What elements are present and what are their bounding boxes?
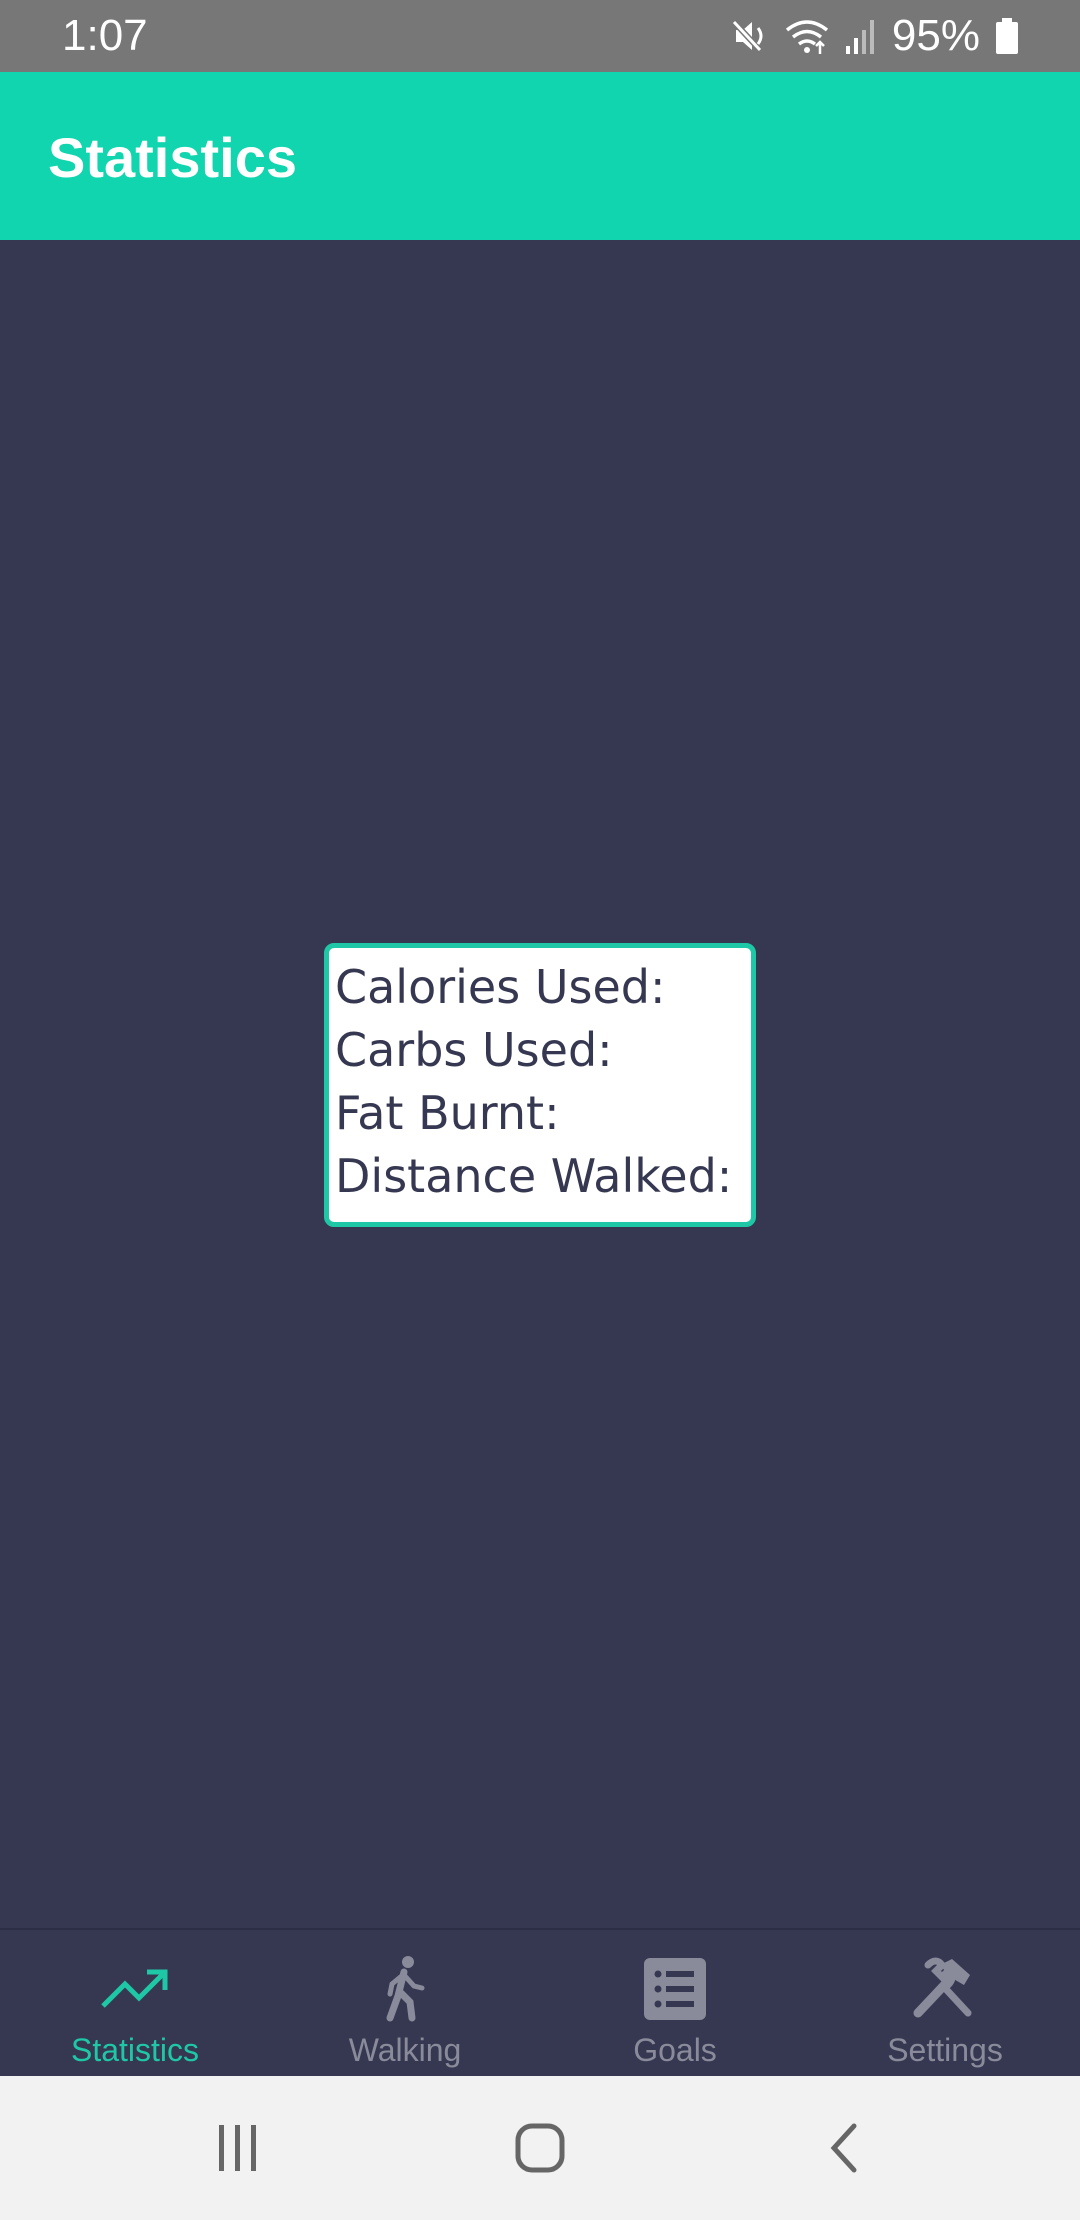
nav-label-settings: Settings (887, 2032, 1003, 2068)
nav-item-goals[interactable]: Goals (540, 1930, 810, 2078)
tools-icon (910, 1950, 980, 2028)
recents-icon[interactable] (188, 2116, 288, 2180)
wifi-icon (784, 16, 830, 56)
nav-label-statistics: Statistics (70, 2032, 200, 2068)
status-icons: 95% (730, 10, 1020, 62)
bottom-nav: Statistics Walking Goals Settings (0, 1928, 1080, 2076)
battery-icon (994, 16, 1020, 56)
nav-label-walking: Walking (348, 2032, 462, 2068)
signal-icon (844, 16, 878, 56)
nav-item-settings[interactable]: Settings (810, 1930, 1080, 2078)
page-title: Statistics (48, 126, 297, 189)
trending-up-icon (99, 1950, 171, 2028)
walking-icon (380, 1950, 430, 2028)
battery-percent: 95% (891, 11, 980, 60)
fat-burnt-label: Fat Burnt: (335, 1086, 560, 1140)
home-icon[interactable] (490, 2116, 590, 2180)
app-bar: Statistics (0, 72, 1080, 240)
carbs-used-label: Carbs Used: (335, 1023, 613, 1077)
stats-card: Calories Used: Carbs Used: Fat Burnt: Di… (324, 943, 756, 1227)
list-icon (644, 1950, 706, 2028)
distance-walked-label: Distance Walked: (335, 1149, 733, 1203)
status-time: 1:07 (62, 11, 148, 60)
nav-label-goals: Goals (633, 2032, 717, 2068)
status-bar: 1:07 95% (0, 0, 1080, 72)
main-content: Calories Used: Carbs Used: Fat Burnt: Di… (0, 240, 1080, 1928)
calories-used-label: Calories Used: (335, 960, 666, 1014)
system-nav-bar (0, 2076, 1080, 2220)
mute-icon (730, 16, 770, 56)
back-icon[interactable] (794, 2116, 894, 2180)
nav-item-walking[interactable]: Walking (270, 1930, 540, 2078)
nav-item-statistics[interactable]: Statistics (0, 1930, 270, 2078)
